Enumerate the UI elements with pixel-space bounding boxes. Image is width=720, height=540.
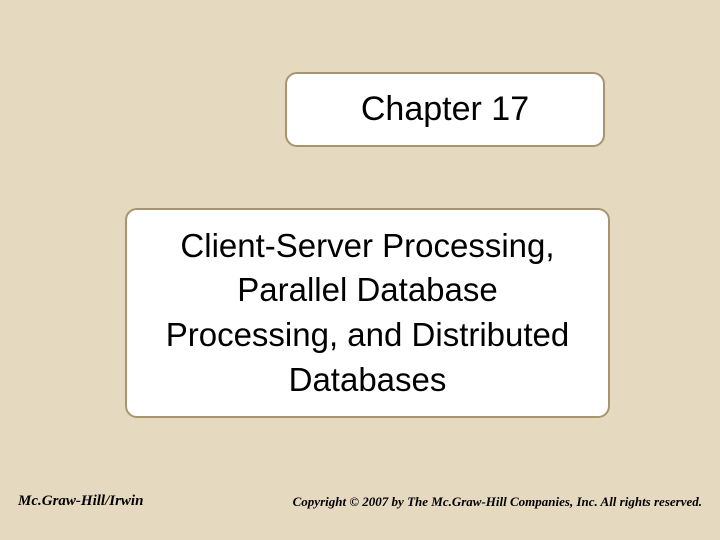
content-box: Client-Server Processing, Parallel Datab… bbox=[125, 208, 610, 418]
chapter-title: Chapter 17 bbox=[361, 90, 529, 129]
publisher-label: Mc.Graw-Hill/Irwin bbox=[18, 493, 143, 510]
chapter-box: Chapter 17 bbox=[285, 72, 605, 147]
copyright-label: Copyright © 2007 by The Mc.Graw-Hill Com… bbox=[293, 494, 702, 510]
content-title: Client-Server Processing, Parallel Datab… bbox=[152, 224, 583, 402]
